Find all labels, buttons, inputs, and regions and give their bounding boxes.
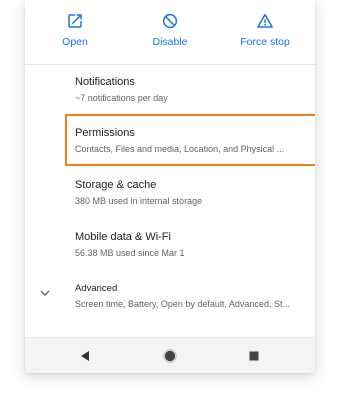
disable-button[interactable]: Disable [125,12,215,48]
settings-item-summary: ~7 notifications per day [75,93,168,103]
open-button[interactable]: Open [30,12,120,48]
open-in-new-icon [68,14,82,28]
system-navigation-bar [25,337,315,373]
settings-item-summary: 56.38 MB used since Mar 1 [75,248,185,258]
settings-item-storage[interactable]: Storage & cache 380 MB used in internal … [75,179,307,207]
settings-item-summary: 380 MB used in internal storage [75,196,203,206]
app-info-screen: Open Disable Force stop Notifications ~7… [25,0,315,373]
settings-item-title: Storage & cache [75,179,157,191]
disable-label: Disable [152,36,188,48]
settings-item-mobile-data[interactable]: Mobile data & Wi-Fi 56.38 MB used since … [75,231,307,259]
settings-item-title: Notifications [75,76,135,88]
settings-item-notifications[interactable]: Notifications ~7 notifications per day [75,76,307,104]
home-circle-icon[interactable] [162,348,178,364]
open-label: Open [62,36,88,48]
block-icon [162,13,178,29]
settings-item-summary: Contacts, Files and media, Location, and… [75,144,285,154]
settings-item-title: Mobile data & Wi-Fi [75,231,171,243]
settings-item-summary: Screen time, Battery, Open by default, A… [75,299,290,309]
action-divider [25,64,315,65]
force-stop-label: Force stop [240,36,290,48]
settings-item-title: Permissions [75,127,135,139]
settings-item-advanced[interactable]: Advanced Screen time, Battery, Open by d… [75,282,307,310]
action-bar: Open Disable Force stop [25,0,315,65]
settings-item-permissions[interactable]: Permissions Contacts, Files and media, L… [75,127,307,155]
chevron-down-icon[interactable] [39,287,51,299]
recents-square-icon[interactable] [246,348,262,364]
warning-icon [257,13,273,28]
force-stop-button[interactable]: Force stop [220,12,310,48]
settings-item-title: Advanced [75,283,118,294]
back-triangle-icon[interactable] [77,348,93,364]
